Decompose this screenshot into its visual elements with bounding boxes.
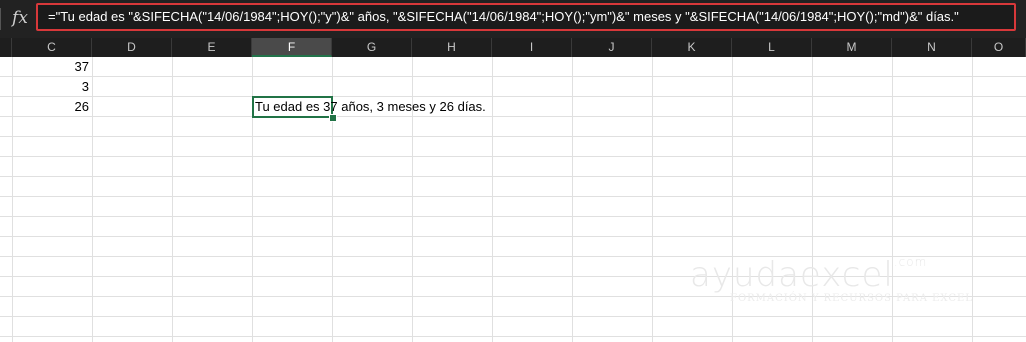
- watermark-main-text: ayudaexcel: [690, 255, 894, 295]
- cell-f3[interactable]: Tu edad es 37 años, 3 meses y 26 días.: [255, 97, 486, 117]
- column-header-k[interactable]: K: [652, 38, 732, 57]
- column-header-c[interactable]: C: [12, 38, 92, 57]
- column-headers: C D E F G H I J K L M N O: [0, 38, 1026, 57]
- column-header-l[interactable]: L: [732, 38, 812, 57]
- column-header-g[interactable]: G: [332, 38, 412, 57]
- column-header-h[interactable]: H: [412, 38, 492, 57]
- watermark-domain: .com: [893, 255, 928, 269]
- formula-bar: fx ="Tu edad es "&SIFECHA("14/06/1984";H…: [0, 0, 1026, 38]
- column-header-m[interactable]: M: [812, 38, 892, 57]
- formula-input[interactable]: ="Tu edad es "&SIFECHA("14/06/1984";HOY(…: [36, 3, 1016, 31]
- column-header-n[interactable]: N: [892, 38, 972, 57]
- cell-c2[interactable]: 3: [12, 77, 89, 97]
- insert-function-icon[interactable]: fx: [8, 6, 32, 30]
- column-header-partial: [0, 38, 12, 57]
- cell-c1[interactable]: 37: [12, 57, 89, 77]
- cell-c3[interactable]: 26: [12, 97, 89, 117]
- column-header-i[interactable]: I: [492, 38, 572, 57]
- column-header-e[interactable]: E: [172, 38, 252, 57]
- formula-bar-divider: [0, 8, 1, 30]
- column-header-j[interactable]: J: [572, 38, 652, 57]
- watermark-tagline: FORMACIÓN Y RECURSOS PARA EXCEL: [730, 293, 973, 304]
- formula-text: ="Tu edad es "&SIFECHA("14/06/1984";HOY(…: [48, 9, 959, 24]
- watermark-logo: ayudaexcel.com FORMACIÓN Y RECURSOS PARA…: [690, 255, 973, 304]
- column-header-d[interactable]: D: [92, 38, 172, 57]
- column-header-f[interactable]: F: [252, 38, 332, 57]
- column-header-o[interactable]: O: [972, 38, 1026, 57]
